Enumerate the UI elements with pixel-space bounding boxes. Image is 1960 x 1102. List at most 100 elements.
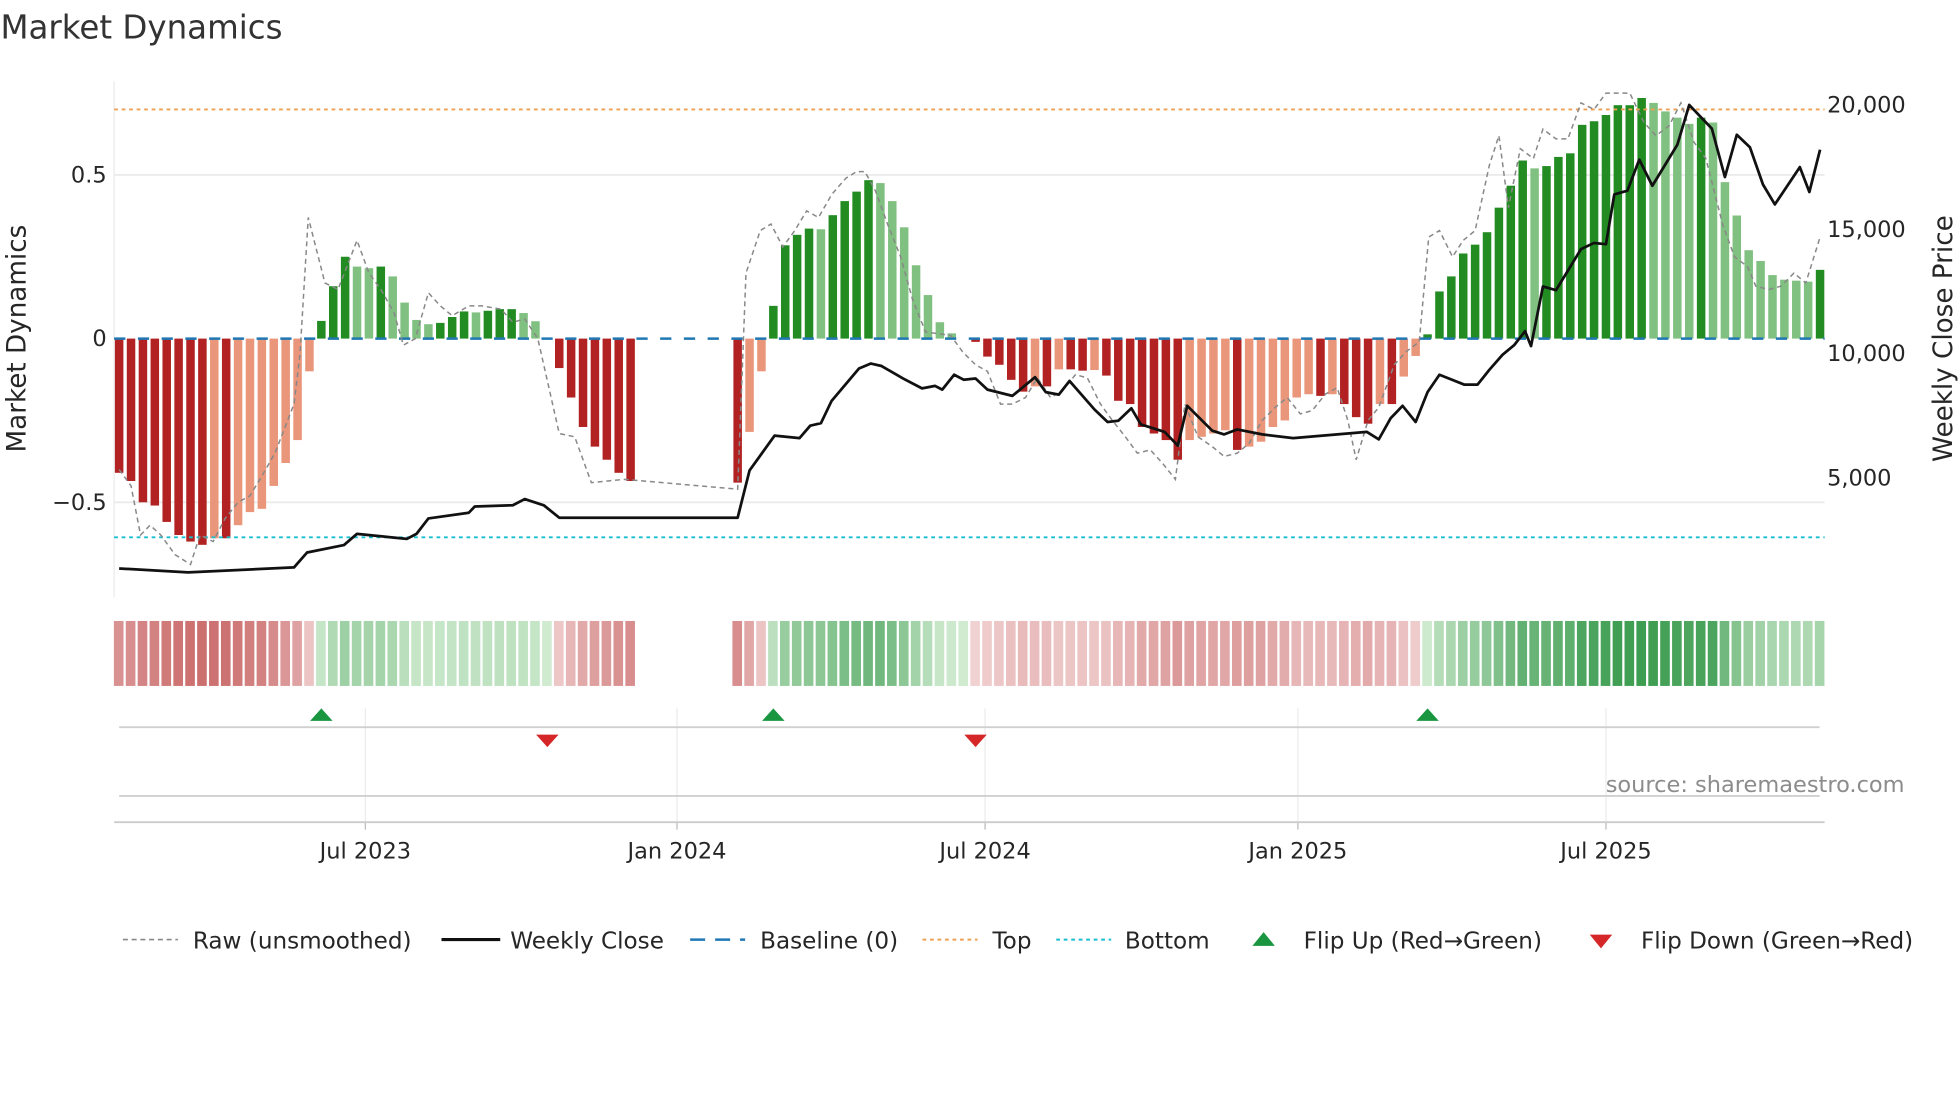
momentum-bar bbox=[1114, 338, 1123, 401]
strip-cell bbox=[1648, 620, 1658, 686]
strip-cell bbox=[1612, 620, 1623, 686]
momentum-bar bbox=[1066, 338, 1075, 370]
strip-cell bbox=[1136, 620, 1147, 686]
strip-cell bbox=[815, 620, 826, 686]
momentum-bar bbox=[780, 245, 790, 339]
strip-cell bbox=[613, 620, 624, 686]
raw-line bbox=[118, 92, 1821, 566]
strip-cell bbox=[1493, 620, 1504, 686]
strip-cell bbox=[113, 620, 124, 686]
momentum-bar bbox=[1613, 105, 1623, 339]
strip-cell bbox=[803, 620, 814, 686]
momentum-bar bbox=[376, 266, 386, 339]
momentum-bar bbox=[126, 338, 136, 481]
strip-cell bbox=[1291, 620, 1302, 686]
x-tick-label: Jan 2025 bbox=[1246, 838, 1347, 864]
chart-title: Market Dynamics bbox=[0, 9, 282, 47]
strip-cell bbox=[875, 620, 885, 686]
momentum-bar bbox=[1518, 160, 1527, 339]
momentum-bar bbox=[436, 322, 445, 339]
strip-cell bbox=[1672, 620, 1682, 686]
strip-cell bbox=[1743, 620, 1754, 686]
strip-cell bbox=[1660, 620, 1670, 686]
strip-cell bbox=[411, 620, 421, 686]
strip-cell bbox=[1005, 620, 1016, 686]
momentum-bar bbox=[1316, 338, 1325, 396]
momentum-bar bbox=[578, 338, 588, 427]
strip-cell bbox=[1148, 620, 1159, 686]
momentum-bar bbox=[198, 338, 207, 545]
strip-cell bbox=[351, 620, 362, 686]
momentum-bar bbox=[424, 324, 433, 339]
strip-cell bbox=[791, 620, 802, 686]
source-label: source: sharemaestro.com bbox=[1606, 772, 1905, 798]
strip-cell bbox=[268, 620, 279, 686]
momentum-bar bbox=[1708, 122, 1718, 339]
momentum-bar bbox=[1102, 338, 1111, 376]
y-tick-label: 0 bbox=[92, 326, 106, 352]
momentum-bar bbox=[1363, 338, 1373, 424]
strip-cell bbox=[363, 620, 374, 686]
strip-cell bbox=[1755, 620, 1765, 686]
momentum-bar bbox=[1411, 338, 1420, 356]
strip-cell bbox=[601, 620, 612, 686]
strip-cell bbox=[220, 620, 231, 686]
strip-cell bbox=[744, 620, 754, 686]
momentum-bar bbox=[792, 234, 802, 339]
strip-cell bbox=[1339, 620, 1349, 686]
momentum-strip bbox=[113, 620, 1825, 686]
strip-cell bbox=[1457, 620, 1468, 686]
strip-cell bbox=[863, 620, 873, 686]
strip-cell bbox=[423, 620, 433, 686]
strip-cell bbox=[1267, 620, 1278, 686]
strip-cell bbox=[625, 620, 635, 686]
flip-up-marker bbox=[310, 708, 333, 721]
momentum-bar bbox=[590, 338, 600, 447]
strip-cell bbox=[125, 620, 136, 686]
legend-raw-label: Raw (unsmoothed) bbox=[193, 928, 412, 954]
strip-cell bbox=[1113, 620, 1123, 686]
flip-up-marker bbox=[1416, 708, 1439, 721]
momentum-bar bbox=[352, 266, 362, 339]
momentum-bar bbox=[864, 180, 873, 339]
strip-cell bbox=[1065, 620, 1076, 686]
strip-cell bbox=[1802, 620, 1813, 686]
legend-flip-up-icon bbox=[1252, 932, 1275, 946]
momentum-bar bbox=[1720, 182, 1730, 339]
strip-cell bbox=[1279, 620, 1290, 686]
market-dynamics-chart: Market Dynamics Market Dynamics Weekly C… bbox=[0, 9, 1959, 955]
strip-cell bbox=[1017, 620, 1028, 686]
strip-cell bbox=[256, 620, 267, 686]
momentum-bars bbox=[114, 97, 1825, 545]
strip-cell bbox=[922, 620, 933, 686]
strip-cell bbox=[1624, 620, 1635, 686]
flip-up-marker bbox=[762, 708, 785, 721]
momentum-bar bbox=[150, 338, 160, 506]
momentum-bar bbox=[114, 338, 124, 473]
momentum-bar bbox=[1744, 250, 1753, 339]
strip-cell bbox=[887, 620, 897, 686]
momentum-bar bbox=[840, 201, 849, 339]
momentum-bar bbox=[221, 338, 231, 539]
momentum-bar bbox=[626, 338, 635, 481]
strip-cell bbox=[1505, 620, 1516, 686]
momentum-bar bbox=[174, 338, 183, 536]
strip-cell bbox=[1124, 620, 1135, 686]
momentum-bar bbox=[554, 338, 564, 369]
momentum-bar bbox=[1554, 156, 1563, 339]
flip-down-marker bbox=[964, 734, 987, 748]
legend-close-label: Weekly Close bbox=[510, 928, 664, 954]
momentum-bar bbox=[1684, 123, 1694, 339]
strip-cell bbox=[1600, 620, 1611, 686]
strip-cell bbox=[1220, 620, 1230, 686]
strip-cell bbox=[1041, 620, 1052, 686]
legend-top-label: Top bbox=[991, 928, 1031, 954]
y2-tick-label: 15,000 bbox=[1827, 217, 1906, 243]
momentum-bar bbox=[1577, 124, 1587, 339]
momentum-bar bbox=[1351, 338, 1361, 418]
momentum-bar bbox=[328, 286, 338, 339]
strip-cell bbox=[1469, 620, 1480, 686]
y2-axis-label: Weekly Close Price bbox=[1929, 215, 1959, 462]
momentum-bar bbox=[471, 312, 481, 339]
momentum-bar bbox=[1006, 338, 1016, 380]
